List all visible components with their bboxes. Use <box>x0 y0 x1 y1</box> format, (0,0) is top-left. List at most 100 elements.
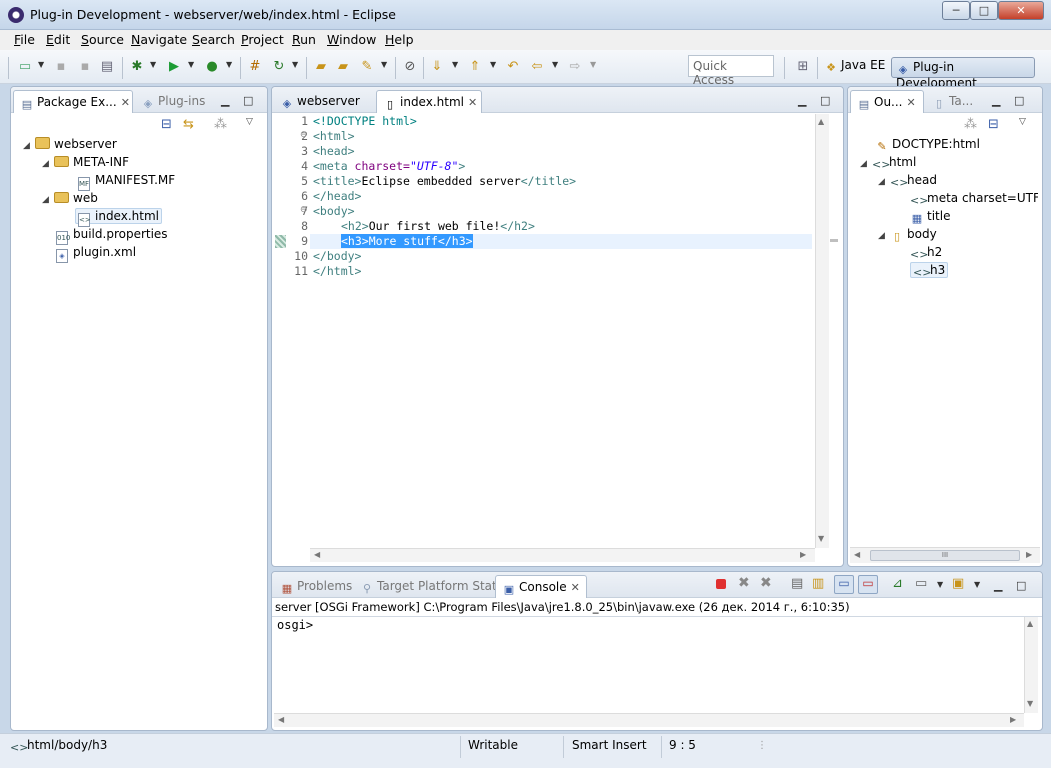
maximize-view-icon[interactable]: □ <box>1016 579 1026 592</box>
expanded-arrow-icon[interactable]: ◢ <box>878 227 890 245</box>
console-horizontal-scrollbar[interactable]: ◀ ▶ <box>274 713 1024 727</box>
new-icon[interactable]: ▭ <box>16 58 34 76</box>
show-on-error-icon[interactable]: ▭ <box>858 575 878 594</box>
last-edit-icon[interactable]: ↶ <box>504 58 522 76</box>
new-plugin-project-icon[interactable]: # <box>246 58 264 76</box>
remove-launch-icon[interactable]: ✖ <box>738 575 750 591</box>
chevron-down-icon[interactable]: ▼ <box>38 60 44 69</box>
outline-item-h3[interactable]: <>h3 <box>910 261 949 279</box>
tree-item-plugin-xml[interactable]: ◈ plugin.xml <box>56 243 136 263</box>
chevron-down-icon[interactable]: ▼ <box>452 60 458 69</box>
tree-item-manifest[interactable]: MF MANIFEST.MF <box>78 171 175 191</box>
tree-item-build-properties[interactable]: 010 build.properties <box>56 225 168 245</box>
refresh-icon[interactable]: ↻ <box>270 58 288 76</box>
tab-problems[interactable]: ▦ Problems <box>274 575 358 598</box>
close-icon[interactable]: ✕ <box>907 96 916 109</box>
minimize-view-icon[interactable]: ▁ <box>221 94 229 107</box>
tab-target-platform-state[interactable]: ⚲ Target Platform State <box>354 575 510 598</box>
minimize-view-icon[interactable]: ▁ <box>798 94 806 107</box>
outline-item-doctype[interactable]: ✎ DOCTYPE:html <box>875 135 980 153</box>
fold-collapse-icon[interactable]: ⊖ <box>300 205 308 215</box>
collapse-all-icon[interactable]: ⊟ <box>988 117 999 132</box>
editor-horizontal-scrollbar[interactable]: ◀ ▶ <box>310 548 815 562</box>
external-tools-icon[interactable]: ● <box>203 58 221 76</box>
outline-item-body[interactable]: ◢ ▯ body <box>878 225 937 243</box>
pin-console-icon[interactable]: ⊿ <box>892 576 903 591</box>
scroll-down-icon[interactable]: ▼ <box>818 534 824 543</box>
maximize-view-icon[interactable]: □ <box>820 94 830 107</box>
focus-icon[interactable]: ⁂ <box>214 117 227 132</box>
overview-ruler-marker[interactable] <box>830 239 838 242</box>
view-menu-icon[interactable]: ▽ <box>1019 117 1026 127</box>
outline-item-h2[interactable]: <>h2 <box>910 243 942 261</box>
tab-plugins[interactable]: ◈ Plug-ins <box>135 90 211 113</box>
menu-edit[interactable]: Edit <box>46 32 70 47</box>
pencil-icon[interactable]: ✎ <box>358 58 376 76</box>
menu-run[interactable]: Run <box>292 32 316 47</box>
print-icon[interactable]: ▤ <box>98 58 116 76</box>
remove-all-launches-icon[interactable]: ✖ <box>760 575 772 591</box>
open-console-icon[interactable]: ▣ <box>952 576 964 591</box>
scroll-up-icon[interactable]: ▲ <box>1027 619 1033 628</box>
outline-item-head[interactable]: ◢ <>head <box>878 171 937 189</box>
quick-access-input[interactable]: Quick Access <box>688 55 774 87</box>
scroll-down-icon[interactable]: ▼ <box>1027 699 1033 708</box>
editor-vertical-scrollbar[interactable]: ▲ ▼ <box>815 114 829 548</box>
save-icon[interactable]: ▪ <box>52 58 70 76</box>
scroll-left-icon[interactable]: ◀ <box>278 715 284 724</box>
maximize-view-icon[interactable]: □ <box>243 94 253 107</box>
chevron-down-icon[interactable]: ▼ <box>188 60 194 69</box>
tab-webserver[interactable]: ◈ webserver <box>274 90 366 113</box>
expanded-arrow-icon[interactable]: ◢ <box>878 173 890 191</box>
tab-tasks[interactable]: ▯ Ta... <box>926 90 979 113</box>
next-annotation-icon[interactable]: ⇓ <box>428 58 446 76</box>
expanded-arrow-icon[interactable]: ◢ <box>42 191 54 209</box>
scroll-left-icon[interactable]: ◀ <box>854 550 860 559</box>
chevron-down-icon[interactable]: ▼ <box>590 60 596 69</box>
chevron-down-icon[interactable]: ▼ <box>552 60 558 69</box>
close-icon[interactable]: ✕ <box>468 96 477 109</box>
close-button[interactable]: ✕ <box>998 1 1044 20</box>
perspective-java-ee-button[interactable]: ❖ Java EE <box>824 58 885 78</box>
link-with-editor-icon[interactable]: ⇆ <box>183 117 194 132</box>
menu-file[interactable]: File <box>14 32 35 47</box>
tab-index-html[interactable]: ▯ index.html ✕ <box>376 90 482 113</box>
console-output[interactable]: osgi> <box>277 618 313 632</box>
tab-package-explorer[interactable]: ▤ Package Ex... ✕ <box>13 90 133 113</box>
chevron-down-icon[interactable]: ▼ <box>937 580 943 589</box>
menu-navigate[interactable]: Navigate <box>131 32 187 47</box>
scroll-right-icon[interactable]: ▶ <box>1010 715 1016 724</box>
open-perspective-icon[interactable]: ⊞ <box>794 58 812 76</box>
maximize-button[interactable]: □ <box>970 1 998 20</box>
minimize-view-icon[interactable]: ▁ <box>992 94 1000 107</box>
chevron-down-icon[interactable]: ▼ <box>490 60 496 69</box>
menu-window[interactable]: Window <box>327 32 376 47</box>
back-arrow-icon[interactable]: ⇦ <box>528 58 546 76</box>
menu-source[interactable]: Source <box>81 32 124 47</box>
minimize-view-icon[interactable]: ▁ <box>994 579 1002 592</box>
terminate-icon[interactable] <box>716 579 726 589</box>
collapse-all-icon[interactable]: ⊟ <box>161 117 172 132</box>
clear-console-icon[interactable]: ▤ <box>791 576 803 591</box>
toggle-mark-icon[interactable]: ⊘ <box>401 58 419 76</box>
code-editor[interactable]: <!DOCTYPE html> <html> <head> <meta char… <box>313 114 813 279</box>
outline-item-html[interactable]: ◢ <>html <box>860 153 916 171</box>
chevron-down-icon[interactable]: ▼ <box>292 60 298 69</box>
expanded-arrow-icon[interactable]: ◢ <box>42 155 54 173</box>
minimize-button[interactable]: ─ <box>942 1 970 20</box>
previous-annotation-icon[interactable]: ⇑ <box>466 58 484 76</box>
display-console-icon[interactable]: ▭ <box>915 576 927 591</box>
chevron-down-icon[interactable]: ▼ <box>150 60 156 69</box>
expanded-arrow-icon[interactable]: ◢ <box>860 155 872 173</box>
scroll-right-icon[interactable]: ▶ <box>800 550 806 559</box>
chevron-down-icon[interactable]: ▼ <box>381 60 387 69</box>
console-vertical-scrollbar[interactable]: ▲ ▼ <box>1024 617 1038 713</box>
save-all-icon[interactable]: ▪ <box>76 58 94 76</box>
tree-item-meta-inf[interactable]: ◢ META-INF <box>42 153 129 171</box>
tab-outline[interactable]: ▤ Ou... ✕ <box>850 90 924 113</box>
chevron-down-icon[interactable]: ▼ <box>974 580 980 589</box>
scroll-right-icon[interactable]: ▶ <box>1026 550 1032 559</box>
view-menu-icon[interactable]: ▽ <box>246 117 253 127</box>
menu-project[interactable]: Project <box>241 32 284 47</box>
perspective-plugin-development-button[interactable]: ◈ Plug-in Development <box>891 57 1035 90</box>
